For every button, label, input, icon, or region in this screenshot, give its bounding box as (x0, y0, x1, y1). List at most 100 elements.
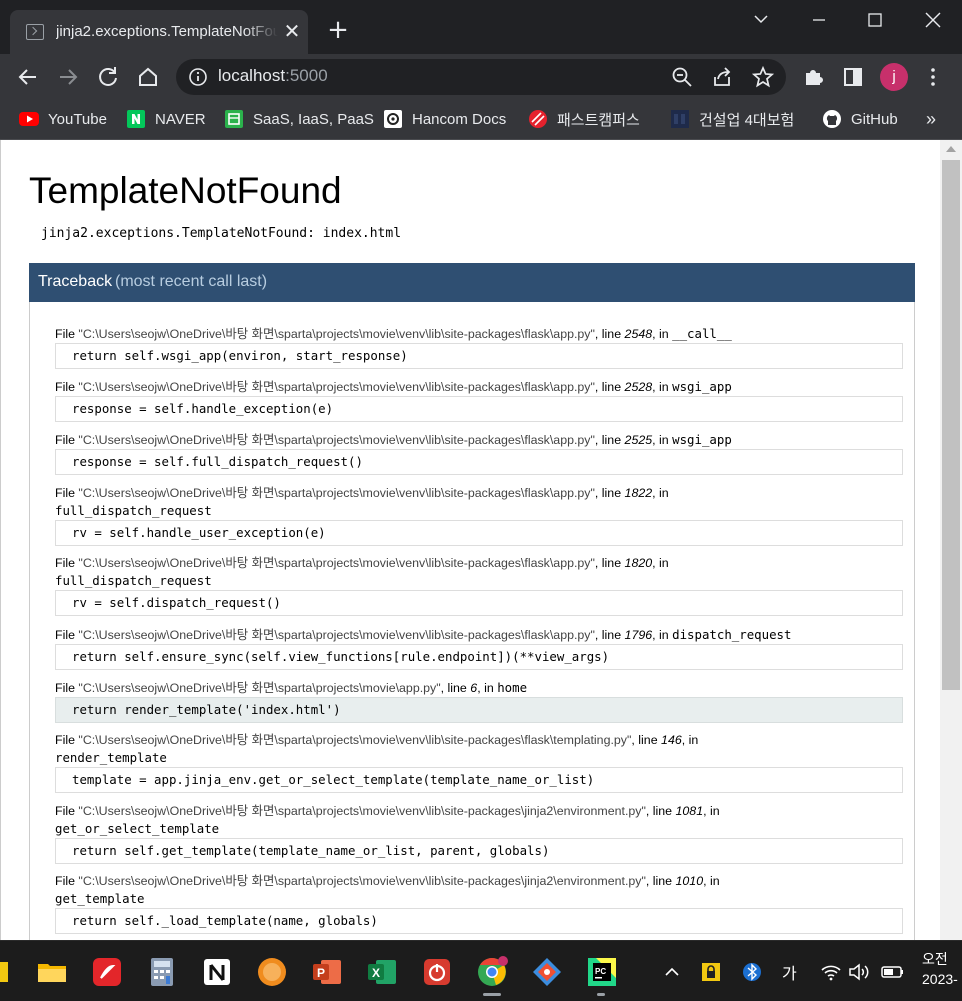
system-clock[interactable]: 오전 2023- (922, 949, 958, 989)
frame-function-name: home (497, 680, 528, 695)
traceback-code-line[interactable]: rv = self.handle_user_exception(e) (55, 520, 903, 546)
frame-function-name: get_template (55, 891, 145, 906)
fastcampus-icon (529, 110, 547, 128)
frame-file-label: File (55, 327, 75, 341)
frame-function-name: wsgi_app (672, 379, 732, 394)
frame-file-path: "C:\Users\seojw\OneDrive\바탕 화면\sparta\pr… (78, 733, 632, 747)
wifi-icon[interactable] (820, 961, 842, 983)
bookmark-fastcampus[interactable]: 패스트캠퍼스 (528, 107, 640, 131)
bookmark-label: Hancom Docs (412, 110, 507, 128)
frame-line-number: 1081 (675, 804, 704, 818)
traceback-code-line[interactable]: return self._load_template(name, globals… (55, 908, 903, 934)
side-panel-icon[interactable] (838, 62, 868, 92)
bookmark-saas[interactable]: SaaS, IaaS, PaaS (224, 107, 374, 131)
traceback-code-line[interactable]: rv = self.dispatch_request() (55, 590, 903, 616)
more-bookmarks-button[interactable]: » (926, 107, 936, 131)
window-close-icon[interactable] (904, 0, 962, 40)
notion-icon[interactable] (201, 956, 233, 988)
traceback-code-line[interactable]: template = app.jinja_env.get_or_select_t… (55, 767, 903, 793)
frame-function-name: dispatch_request (672, 627, 792, 642)
traceback-frame-header: File "C:\Users\seojw\OneDrive\바탕 화면\spar… (55, 680, 528, 695)
traceback-code-line[interactable]: return self.get_template(template_name_o… (55, 838, 903, 864)
browser-toolbar: localhost:5000 j (0, 54, 962, 100)
address-bar[interactable]: localhost:5000 (176, 59, 786, 95)
bookmarks-bar: YouTube NAVER SaaS, IaaS, PaaS Hancom Do… (0, 100, 962, 140)
reload-icon[interactable] (93, 62, 123, 92)
frame-function-name: full_dispatch_request (55, 573, 212, 588)
profile-avatar[interactable]: j (880, 63, 908, 91)
powerpoint-icon[interactable]: P (311, 956, 343, 988)
pycharm-icon[interactable]: PC (586, 956, 618, 988)
frame-line-number: 1010 (675, 874, 704, 888)
window-minimize-icon[interactable] (790, 0, 848, 40)
traceback-frame-header: File "C:\Users\seojw\OneDrive\바탕 화면\spar… (55, 733, 699, 765)
show-hidden-icons-chevron-icon[interactable] (662, 961, 682, 983)
forward-arrow-icon[interactable] (53, 62, 83, 92)
frame-line-number: 1822 (624, 486, 653, 500)
scrollbar-thumb[interactable] (942, 160, 960, 690)
site-info-icon[interactable] (188, 67, 208, 87)
calculator-icon[interactable] (146, 956, 178, 988)
github-icon (823, 110, 841, 128)
site-icon (671, 110, 689, 128)
browser-tab-active[interactable]: jinja2.exceptions.TemplateNotFound: inde… (10, 10, 308, 54)
frame-line-number: 2528 (624, 380, 653, 394)
power-app-icon[interactable] (421, 956, 453, 988)
tab-close-icon[interactable]: ✕ (282, 21, 302, 41)
extensions-puzzle-icon[interactable] (798, 62, 828, 92)
traceback-code-line[interactable]: return self.wsgi_app(environ, start_resp… (55, 343, 903, 369)
zoom-out-icon[interactable] (670, 65, 694, 89)
frame-line-number: 2525 (624, 433, 653, 447)
bookmark-label: 건설업 4대보험 (699, 111, 795, 129)
frame-in-label: in (709, 804, 720, 818)
git-kraken-icon[interactable] (531, 956, 563, 988)
traceback-code-line[interactable]: response = self.full_dispatch_request() (55, 449, 903, 475)
frame-line-label: line (652, 874, 673, 888)
new-tab-button[interactable]: + (326, 17, 350, 43)
bookmark-hancom[interactable]: Hancom Docs (383, 107, 506, 131)
bookmark-github[interactable]: GitHub (822, 107, 898, 131)
more-menu-icon[interactable] (918, 62, 948, 92)
bookmark-star-icon[interactable] (751, 65, 775, 89)
volume-icon[interactable] (848, 961, 872, 983)
acrobat-icon[interactable] (91, 956, 123, 988)
hancom-icon (384, 110, 402, 128)
vertical-scrollbar[interactable] (940, 140, 962, 940)
scroll-up-arrow-icon[interactable] (946, 146, 956, 152)
share-icon[interactable] (710, 65, 734, 89)
page-viewport[interactable]: TemplateNotFound jinja2.exceptions.Templ… (0, 140, 962, 940)
frame-file-label: File (55, 380, 75, 394)
url-text[interactable]: localhost:5000 (218, 66, 328, 86)
bookmark-insurance[interactable]: 건설업 4대보험 (670, 107, 794, 131)
frame-line-label: line (601, 486, 622, 500)
frame-file-path: "C:\Users\seojw\OneDrive\바탕 화면\sparta\pr… (78, 681, 441, 695)
sticky-note-icon[interactable] (0, 956, 14, 988)
bookmark-naver[interactable]: NAVER (126, 107, 206, 131)
lock-app-icon[interactable] (700, 961, 722, 983)
back-arrow-icon[interactable] (13, 62, 43, 92)
pycharm-running-indicator (597, 993, 605, 996)
traceback-code-line[interactable]: response = self.handle_exception(e) (55, 396, 903, 422)
tab-search-chevron-icon[interactable] (732, 0, 790, 40)
traceback-code-line-current[interactable]: return render_template('index.html') (55, 697, 903, 723)
traceback-code-line[interactable]: return self.ensure_sync(self.view_functi… (55, 644, 903, 670)
home-icon[interactable] (133, 62, 163, 92)
clock-time: 오전 (922, 951, 948, 967)
bookmark-youtube[interactable]: YouTube (19, 107, 107, 131)
frame-file-label: File (55, 628, 75, 642)
chrome-icon[interactable] (476, 956, 508, 988)
excel-icon[interactable]: X (366, 956, 398, 988)
battery-icon[interactable] (880, 961, 906, 983)
frame-file-label: File (55, 433, 75, 447)
ime-language-indicator[interactable]: 가 (782, 960, 797, 983)
kairos-icon[interactable] (256, 956, 288, 988)
bluetooth-icon[interactable] (742, 961, 762, 983)
file-explorer-icon[interactable] (36, 956, 68, 988)
traceback-frame-header: File "C:\Users\seojw\OneDrive\바탕 화면\spar… (55, 326, 732, 341)
traceback-frame-header: File "C:\Users\seojw\OneDrive\바탕 화면\spar… (55, 556, 669, 588)
clock-date: 2023- (922, 971, 958, 987)
traceback-frame-header: File "C:\Users\seojw\OneDrive\바탕 화면\spar… (55, 627, 792, 642)
window-maximize-icon[interactable] (846, 0, 904, 40)
frame-line-label: line (652, 804, 673, 818)
frame-file-path: "C:\Users\seojw\OneDrive\바탕 화면\sparta\pr… (78, 486, 595, 500)
